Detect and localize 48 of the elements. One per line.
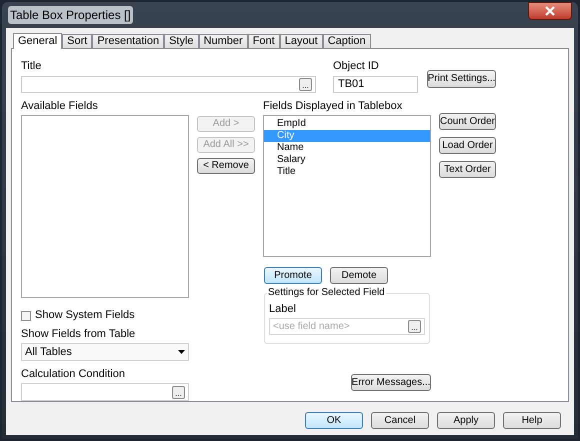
tab[interactable]: Number — [198, 34, 248, 48]
checkbox[interactable] — [21, 310, 31, 320]
field-label: Calculation Condition — [21, 369, 125, 380]
close-icon — [545, 6, 555, 16]
tab[interactable]: Presentation — [92, 34, 164, 48]
browse-button[interactable]: ... — [408, 320, 421, 333]
checkbox-label: Show System Fields — [35, 310, 135, 321]
list-item[interactable]: Title — [264, 166, 430, 178]
dialog-button[interactable]: Apply — [437, 412, 495, 429]
list-item[interactable]: Name — [264, 142, 430, 154]
order-button[interactable]: Count Order — [439, 113, 496, 130]
dropdown-value: All Tables — [25, 344, 72, 360]
window-title: Table Box Properties [] — [8, 6, 133, 24]
displayed-fields-list[interactable]: EmpId City Name Salary Title — [263, 115, 431, 257]
field-label: Available Fields — [21, 101, 99, 112]
dialog-button[interactable]: OK — [305, 412, 363, 429]
object-id-field[interactable]: TB01 — [333, 76, 418, 93]
field-label: Object ID — [333, 61, 380, 72]
tab[interactable]: Layout — [280, 34, 323, 48]
dropdown-arrow-icon — [178, 350, 185, 354]
tab[interactable]: Sort — [62, 34, 92, 48]
move-button[interactable]: Demote — [330, 267, 388, 284]
order-button[interactable]: Load Order — [439, 137, 496, 154]
available-fields-list[interactable] — [21, 115, 189, 298]
browse-button[interactable]: ... — [172, 386, 185, 398]
dialog-button[interactable]: Cancel — [371, 412, 429, 429]
table-dropdown[interactable]: All Tables — [21, 343, 189, 361]
close-button[interactable] — [528, 2, 572, 20]
order-button[interactable]: Text Order — [439, 161, 496, 178]
tab[interactable]: Caption — [322, 34, 371, 48]
dialog-button[interactable]: Help — [503, 412, 561, 429]
print-settings-button[interactable]: Print Settings... — [427, 70, 496, 88]
browse-button[interactable]: ... — [299, 78, 312, 91]
tab[interactable]: General — [13, 33, 62, 49]
tab[interactable]: Style — [164, 34, 199, 48]
group-title: Settings for Selected Field — [267, 288, 386, 298]
field-label: Show Fields from Table — [21, 329, 136, 340]
title-field[interactable]: ... — [21, 76, 316, 93]
move-button[interactable]: Promote — [264, 267, 322, 284]
calculation-condition-field[interactable]: ... — [21, 383, 189, 401]
list-item[interactable]: EmpId — [264, 118, 430, 130]
list-item[interactable]: Salary — [264, 154, 430, 166]
field-label: Label — [269, 304, 297, 315]
error-messages-button[interactable]: Error Messages... — [351, 374, 431, 391]
transfer-button[interactable]: < Remove — [197, 158, 255, 174]
field-label: Title — [21, 61, 42, 72]
field-label: Fields Displayed in Tablebox — [263, 101, 404, 112]
tab[interactable]: Font — [248, 34, 280, 48]
